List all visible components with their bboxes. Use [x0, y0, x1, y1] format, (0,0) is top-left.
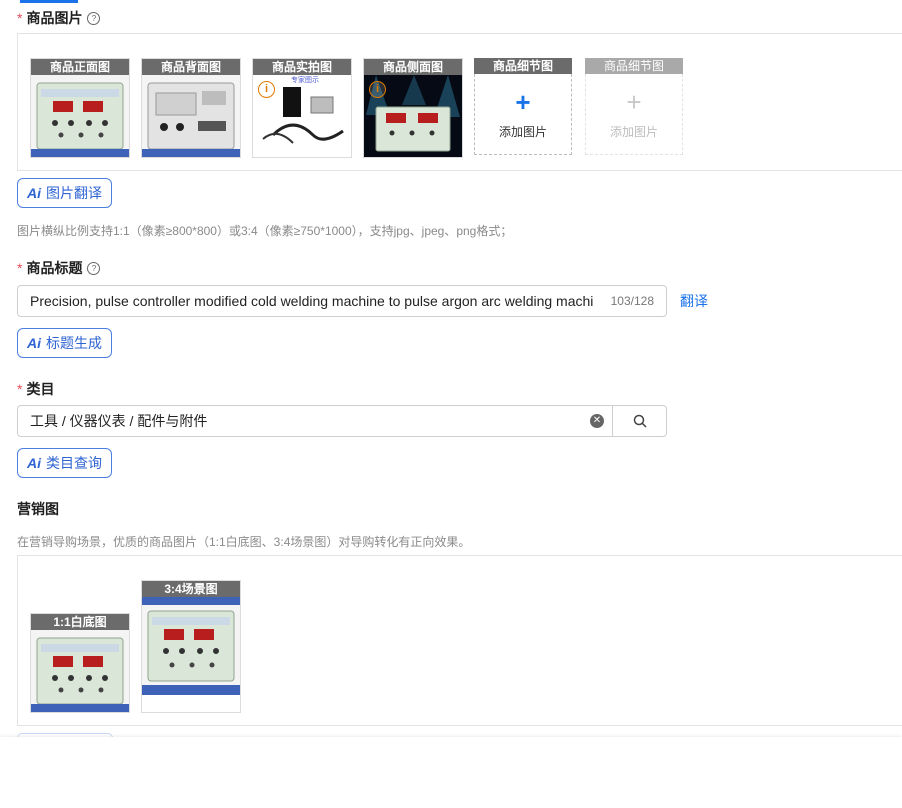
category-query-button[interactable]: Ai 类目查询: [17, 448, 112, 478]
ai-icon: Ai: [27, 335, 41, 351]
image-translate-button[interactable]: Ai 图片翻译: [17, 178, 112, 208]
help-icon[interactable]: ?: [87, 261, 101, 275]
ai-icon: Ai: [27, 185, 41, 201]
image-slot-back[interactable]: 商品背面图: [141, 58, 241, 158]
product-title-input[interactable]: Precision, pulse controller modified col…: [17, 285, 667, 317]
watermark-text: 专家图示: [291, 77, 319, 84]
image-slot-side[interactable]: 商品侧面图 i: [363, 58, 463, 158]
welder-back-image: [142, 75, 240, 157]
marketing-images-label: 营销图: [17, 501, 59, 517]
add-image-button-disabled: + 添加图片: [585, 74, 683, 155]
clear-icon[interactable]: ✕: [590, 414, 604, 428]
image-slot-detail[interactable]: 商品细节图 + 添加图片: [474, 58, 572, 156]
plus-icon: +: [626, 86, 642, 117]
category-search-box[interactable]: 工具 / 仪器仪表 / 配件与附件 ✕: [17, 405, 667, 437]
category-label: * 类目: [17, 381, 55, 397]
title-generate-button[interactable]: Ai 标题生成: [17, 328, 112, 358]
required-mark: *: [17, 381, 23, 397]
marketing-scene-image[interactable]: 3:4场景图: [141, 580, 241, 713]
marketing-images-panel: 1:1白底图 3:4场景图: [17, 555, 902, 726]
plus-icon: +: [515, 86, 531, 117]
image-slot-photo[interactable]: 商品实拍图 专家图示 i: [252, 58, 352, 158]
required-mark: *: [17, 260, 23, 276]
product-images-label: * 商品图片 ?: [17, 8, 101, 28]
char-counter: 103/128: [610, 294, 654, 308]
search-button[interactable]: [612, 406, 666, 436]
product-title-label: * 商品标题 ?: [17, 258, 101, 278]
image-slot-front[interactable]: 商品正面图: [30, 58, 130, 158]
translate-link[interactable]: 翻译: [680, 291, 708, 311]
product-images-panel: 商品正面图 商品背面图 商品实拍图 专家图示 i 商品侧面图 i 商品细节图 +…: [17, 33, 902, 171]
required-mark: *: [17, 10, 23, 26]
marketing-white-bg-image[interactable]: 1:1白底图: [30, 613, 130, 713]
ai-icon: Ai: [27, 455, 41, 471]
welder-front-image: [31, 75, 129, 157]
active-tab-indicator: [20, 0, 78, 3]
welder-scene-image: [142, 597, 240, 695]
help-icon[interactable]: ?: [87, 11, 101, 25]
info-icon[interactable]: i: [369, 81, 386, 98]
marketing-hint: 在营销导购场景，优质的商品图片（1:1白底图、3:4场景图）对导购转化有正向效果…: [17, 535, 471, 549]
info-icon[interactable]: i: [258, 81, 275, 98]
image-slot-detail-disabled: 商品细节图 + 添加图片: [585, 58, 683, 156]
category-value: 工具 / 仪器仪表 / 配件与附件: [30, 413, 208, 429]
add-image-button[interactable]: + 添加图片: [474, 74, 572, 155]
search-icon: [633, 414, 647, 428]
welder-white-bg-image: [31, 630, 129, 712]
bottom-bar: [0, 737, 902, 808]
image-format-hint: 图片横纵比例支持1:1（像素≥800*800）或3:4（像素≥750*1000）…: [17, 224, 513, 238]
